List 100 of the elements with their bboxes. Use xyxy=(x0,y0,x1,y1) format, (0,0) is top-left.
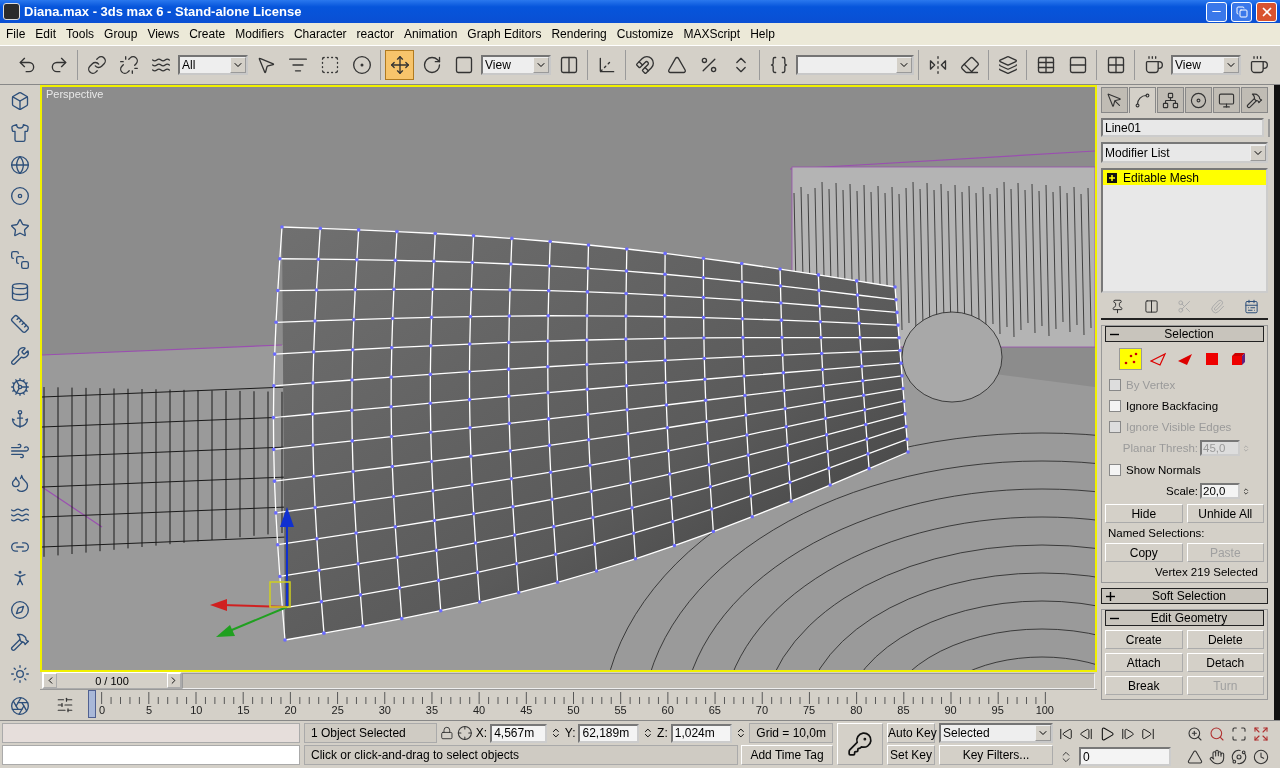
menu-item[interactable]: Create xyxy=(184,27,231,41)
panel-button[interactable]: Break xyxy=(1105,676,1183,695)
zoom-icon xyxy=(1187,725,1203,742)
panel-button[interactable]: Detach xyxy=(1186,653,1264,672)
add-time-tag-button[interactable]: Add Time Tag xyxy=(741,745,833,765)
window-title: Diana.max - 3ds max 6 - Stand-alone License xyxy=(24,4,303,19)
menu-item[interactable]: Tools xyxy=(61,27,100,41)
key-filters-button[interactable]: Key Filters... xyxy=(939,745,1053,765)
dropdown[interactable]: View xyxy=(1171,55,1241,75)
current-frame-marker[interactable] xyxy=(88,690,96,718)
checkbox-option[interactable]: Show Normals xyxy=(1105,461,1264,478)
panel-button[interactable]: Create xyxy=(1105,630,1183,649)
panel-tab[interactable] xyxy=(1157,87,1184,113)
subobject-level-button[interactable] xyxy=(1119,348,1142,370)
frame-number: 95 xyxy=(990,704,1005,718)
axis-label: Z: xyxy=(657,726,668,740)
sphere-icon xyxy=(10,154,30,175)
set-key-button[interactable] xyxy=(837,723,883,765)
wheel-icon xyxy=(1190,91,1207,109)
menu-item[interactable]: Character xyxy=(288,27,352,41)
dropdown[interactable]: All xyxy=(178,55,248,75)
menu-item[interactable]: Customize xyxy=(611,27,679,41)
dropdown[interactable]: View xyxy=(481,55,551,75)
menu-item[interactable]: MAXScript xyxy=(678,27,746,41)
spinner-label: Scale: xyxy=(1166,485,1198,497)
frame-number: 40 xyxy=(472,704,487,718)
filter-icon xyxy=(56,696,74,714)
dropdown[interactable] xyxy=(796,55,914,75)
coordinate-field[interactable]: 4,567m xyxy=(490,723,548,743)
compass-icon xyxy=(10,600,30,621)
menu-item[interactable]: Graph Editors xyxy=(462,27,547,41)
rollout-header[interactable]: Selection xyxy=(1105,326,1264,342)
axis-label: X: xyxy=(475,726,488,740)
coordinate-field[interactable]: 1,024m xyxy=(670,723,732,743)
time-slider-thumb[interactable]: 0 / 100 xyxy=(42,672,182,689)
next-frame-button[interactable] xyxy=(167,673,181,688)
menu-item[interactable]: reactor xyxy=(351,27,399,41)
panel-tab[interactable] xyxy=(1129,87,1156,113)
rotate-icon xyxy=(421,55,442,75)
hammer-icon xyxy=(10,632,30,653)
object-name-field[interactable]: Line01 xyxy=(1101,118,1264,137)
panel-tab[interactable] xyxy=(1213,87,1240,113)
go-to-start-icon xyxy=(1059,726,1073,741)
transform-gizmo-icon xyxy=(210,507,294,637)
rollout-header[interactable]: Soft Selection xyxy=(1101,588,1268,604)
auto-key-button[interactable]: Auto Key xyxy=(887,723,935,743)
current-frame-field[interactable]: 0 xyxy=(1079,747,1171,766)
previous-frame-button[interactable] xyxy=(43,673,57,688)
panel-button[interactable]: Copy xyxy=(1105,543,1183,562)
coordinate-field[interactable]: 62,189m xyxy=(578,723,640,743)
stack-item[interactable]: Editable Mesh xyxy=(1103,170,1266,185)
move-icon xyxy=(389,55,410,75)
panel-tab[interactable] xyxy=(1241,87,1268,113)
frame-number: 75 xyxy=(802,704,817,718)
menu-item[interactable]: Animation xyxy=(398,27,463,41)
menu-item[interactable]: Views xyxy=(142,27,185,41)
vertex-dots-icon xyxy=(1122,352,1139,366)
move-button[interactable] xyxy=(385,50,414,80)
menu-item[interactable]: Modifiers xyxy=(230,27,289,41)
listener-output-field[interactable] xyxy=(2,745,300,765)
stack-icon xyxy=(10,281,30,302)
track-bar[interactable]: 0 5 10 15 20 25 30 35 40 45 50 55 60 65 70 75 80 85 90 95 100 xyxy=(90,690,1097,720)
close-button[interactable] xyxy=(1256,1,1277,22)
key-mode-dropdown[interactable]: Selected xyxy=(939,723,1053,743)
restore-button[interactable] xyxy=(1231,1,1252,22)
frame-number: 35 xyxy=(424,704,440,718)
panel-button[interactable]: Delete xyxy=(1186,630,1264,649)
rollout-header[interactable]: Edit Geometry xyxy=(1105,610,1264,626)
set-key-mode-button[interactable]: Set Key xyxy=(887,745,935,765)
spinner-arrows-icon[interactable] xyxy=(550,727,562,739)
frame-number: 100 xyxy=(1034,704,1055,718)
link-icon xyxy=(86,55,107,75)
menu-item[interactable]: File xyxy=(1,27,31,41)
spinner-field[interactable]: 20,0 xyxy=(1200,483,1240,499)
menu-item[interactable]: Rendering xyxy=(546,27,612,41)
minimize-button[interactable] xyxy=(1206,1,1227,22)
pan-icon xyxy=(1209,748,1225,765)
menu-item[interactable]: Edit xyxy=(30,27,62,41)
frame-number: 30 xyxy=(377,704,392,718)
panel-button[interactable]: Attach xyxy=(1105,653,1183,672)
plus-icon xyxy=(1106,591,1115,601)
boxes-icon xyxy=(10,91,30,111)
frame-number: 45 xyxy=(519,704,534,718)
lock-icon xyxy=(440,726,455,740)
zoom-all-icon xyxy=(1209,725,1225,742)
panel-tab[interactable] xyxy=(1185,87,1212,113)
frame-number: 10 xyxy=(189,704,204,718)
menu-item[interactable]: Help xyxy=(745,27,780,41)
listener-field[interactable] xyxy=(2,723,300,743)
sun-icon xyxy=(10,663,30,684)
panel-button[interactable]: Unhide All xyxy=(1186,504,1264,523)
checkbox-option[interactable]: Ignore Backfacing xyxy=(1105,397,1264,414)
clip-icon xyxy=(1210,298,1226,314)
menu-item[interactable]: Group xyxy=(99,27,143,41)
panel-button[interactable]: Hide xyxy=(1105,504,1183,523)
panel-tab[interactable] xyxy=(1101,87,1128,113)
droplets-icon xyxy=(10,472,30,493)
disc-icon xyxy=(10,186,30,207)
unlink-icon xyxy=(118,55,139,75)
modifier-list-dropdown[interactable]: Modifier List xyxy=(1101,142,1268,163)
